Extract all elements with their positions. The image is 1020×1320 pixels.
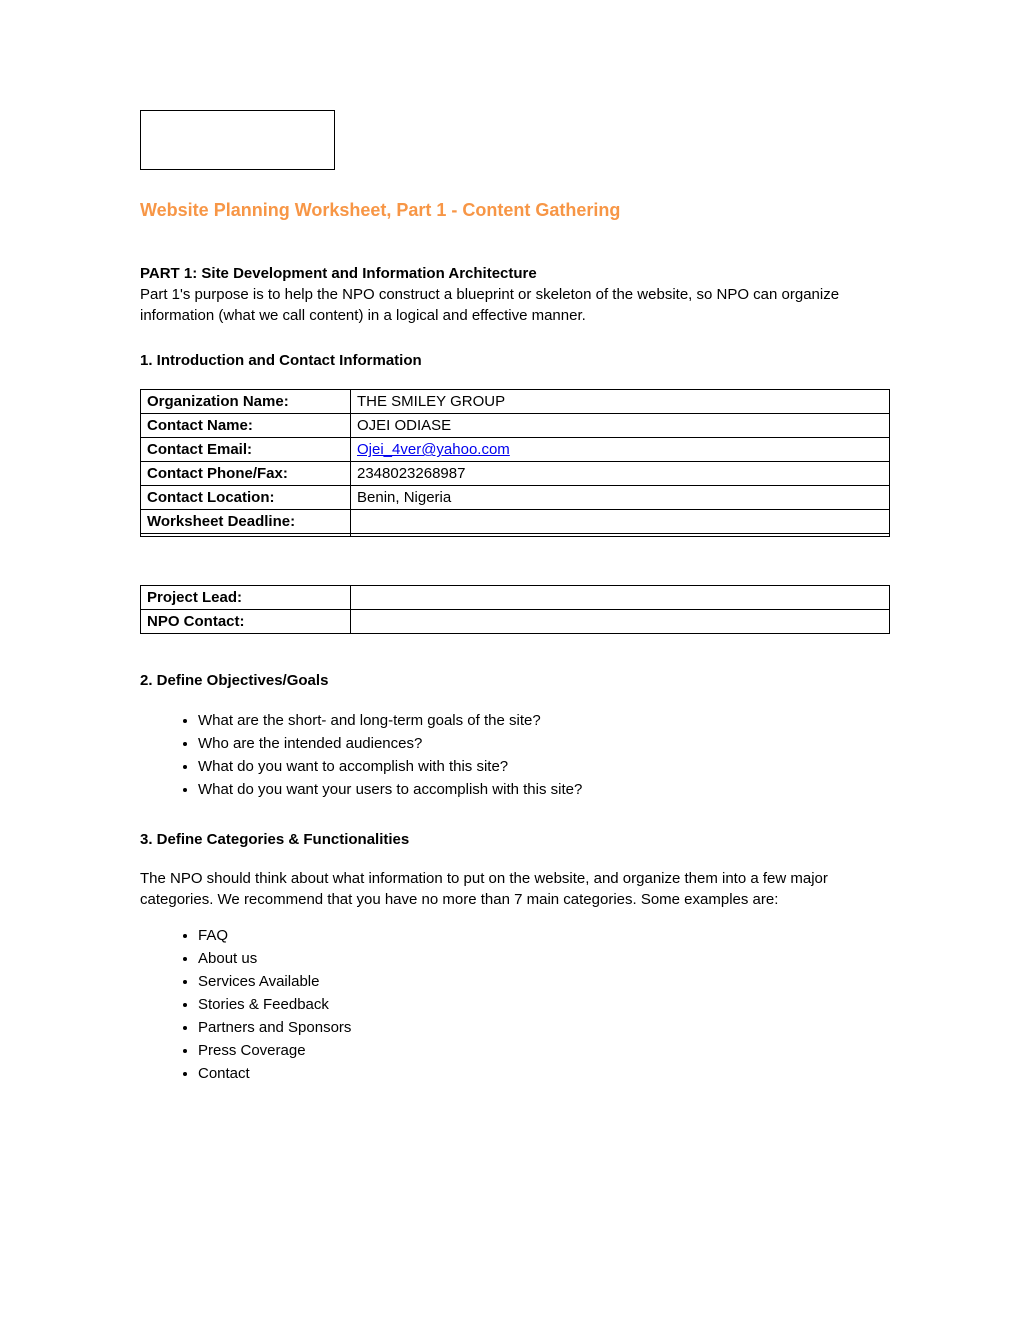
categories-list: FAQAbout usServices AvailableStories & F… <box>198 924 890 1085</box>
list-item: Partners and Sponsors <box>198 1016 890 1039</box>
table-row: Organization Name:THE SMILEY GROUP <box>141 390 890 414</box>
list-item: Services Available <box>198 970 890 993</box>
list-item: What are the short- and long-term goals … <box>198 709 890 732</box>
table-value-cell: Ojei_4ver@yahoo.com <box>351 438 890 462</box>
table-value-cell <box>351 586 890 610</box>
table-row: Project Lead: <box>141 586 890 610</box>
logo-placeholder <box>140 110 335 170</box>
table-row: Contact Email: Ojei_4ver@yahoo.com <box>141 438 890 462</box>
table-value-cell: 2348023268987 <box>351 462 890 486</box>
table-label-cell: Contact Location: <box>141 486 351 510</box>
table-value-cell: OJEI ODIASE <box>351 414 890 438</box>
table-value-cell <box>351 534 890 537</box>
list-item: About us <box>198 947 890 970</box>
table-row: Contact Phone/Fax:2348023268987 <box>141 462 890 486</box>
table-label-cell: Contact Name: <box>141 414 351 438</box>
table-row: Worksheet Deadline: <box>141 510 890 534</box>
section3-text: The NPO should think about what informat… <box>140 868 890 910</box>
list-item: What do you want your users to accomplis… <box>198 778 890 801</box>
email-link[interactable]: Ojei_4ver@yahoo.com <box>357 441 510 458</box>
table-row: Contact Location:Benin, Nigeria <box>141 486 890 510</box>
table-value-cell: Benin, Nigeria <box>351 486 890 510</box>
document-title: Website Planning Worksheet, Part 1 - Con… <box>140 198 890 223</box>
section3-heading: 3. Define Categories & Functionalities <box>140 829 890 850</box>
list-item: FAQ <box>198 924 890 947</box>
section1-heading: 1. Introduction and Contact Information <box>140 350 890 371</box>
table-label-cell <box>141 534 351 537</box>
table-label-cell: Worksheet Deadline: <box>141 510 351 534</box>
table-label-cell: NPO Contact: <box>141 610 351 634</box>
table-value-cell <box>351 610 890 634</box>
list-item: Press Coverage <box>198 1039 890 1062</box>
table-value-cell: THE SMILEY GROUP <box>351 390 890 414</box>
table-row <box>141 534 890 537</box>
table-label-cell: Organization Name: <box>141 390 351 414</box>
list-item: What do you want to accomplish with this… <box>198 755 890 778</box>
table-value-cell <box>351 510 890 534</box>
section2-heading: 2. Define Objectives/Goals <box>140 670 890 691</box>
table-label-cell: Contact Email: <box>141 438 351 462</box>
part1-heading: PART 1: Site Development and Information… <box>140 265 537 282</box>
table-row: NPO Contact: <box>141 610 890 634</box>
list-item: Who are the intended audiences? <box>198 732 890 755</box>
list-item: Contact <box>198 1062 890 1085</box>
table-label-cell: Contact Phone/Fax: <box>141 462 351 486</box>
contact-info-table: Organization Name:THE SMILEY GROUPContac… <box>140 389 890 537</box>
table-label-cell: Project Lead: <box>141 586 351 610</box>
objectives-list: What are the short- and long-term goals … <box>198 709 890 801</box>
list-item: Stories & Feedback <box>198 993 890 1016</box>
table-row: Contact Name:OJEI ODIASE <box>141 414 890 438</box>
project-info-table: Project Lead:NPO Contact: <box>140 585 890 634</box>
part1-text: Part 1's purpose is to help the NPO cons… <box>140 284 890 326</box>
